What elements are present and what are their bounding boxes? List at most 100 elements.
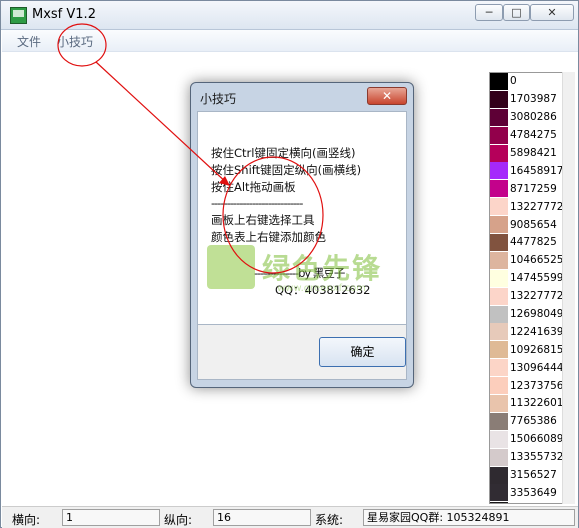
tip-separator: ----------------------------- [211,196,303,210]
menu-file[interactable]: 文件 [17,33,41,50]
palette-row[interactable]: 7765386 [490,412,562,431]
watermark-text: 绿色先锋 [262,252,383,285]
palette-row[interactable]: 13096444 [490,359,563,378]
color-value: 10466525 [510,254,563,267]
maximize-button[interactable]: □ [503,4,530,21]
color-value: 5898421 [510,147,557,159]
close-button[interactable]: ✕ [530,4,574,21]
color-swatch[interactable] [490,323,508,341]
color-swatch[interactable] [490,377,508,395]
color-swatch[interactable] [490,126,508,144]
tip-line-right-click-board: 画板上右键选择工具 [211,213,315,227]
color-swatch[interactable] [490,216,508,234]
palette-row[interactable]: 3353649 [490,484,562,503]
palette-row[interactable]: 15066089 [490,430,563,449]
palette-row[interactable]: 11322601 [490,394,563,413]
tip-line-ctrl: 按住Ctrl键固定横向(画竖线) [211,146,356,160]
color-value: 4784275 [510,129,557,142]
palette-row[interactable]: 8717259 [490,180,562,199]
ok-button[interactable]: 确定 [319,337,406,367]
palette-row[interactable]: 13227772 [490,198,562,217]
dialog-close-button[interactable]: ✕ [367,87,407,105]
watermark-url: www.greenxf.com [277,283,366,294]
color-swatch[interactable] [490,412,508,430]
color-swatch[interactable] [490,448,508,466]
palette-row[interactable]: 12241639 [490,323,563,342]
color-swatch[interactable] [490,341,508,359]
color-value: 3353649 [510,486,557,499]
dialog-footer: 确定 [197,325,407,380]
color-swatch[interactable] [490,484,508,502]
palette-row[interactable]: 4477825 [490,233,562,252]
color-swatch[interactable] [490,305,508,323]
color-value: 12241639 [510,325,563,338]
dialog-title: 小技巧 [200,92,237,106]
palette-row[interactable]: 12373756 [490,377,562,396]
tips-dialog: 小技巧 ✕ 按住Ctrl键固定横向(画竖线) 按住Shift键固定纵向(画横线)… [190,82,414,388]
color-swatch[interactable] [490,466,508,484]
color-value: 3080286 [510,111,557,124]
palette-row[interactable]: 3156527 [490,466,562,485]
color-swatch[interactable] [490,394,508,412]
palette-row[interactable]: 0 [490,73,562,91]
color-swatch[interactable] [490,430,508,448]
color-value: 8717259 [510,182,557,195]
color-swatch[interactable] [490,233,508,251]
color-swatch[interactable] [490,108,508,126]
color-value: 1703987 [510,93,557,106]
palette-row[interactable]: 16458917 [490,162,563,181]
palette-row[interactable]: 9085654 [490,216,562,235]
app-icon [10,7,27,24]
minimize-button[interactable]: ─ [475,4,503,21]
color-swatch[interactable] [490,251,508,269]
title-bar[interactable]: Mxsf V1.2 ─ □ ✕ [1,1,578,30]
color-swatch[interactable] [490,198,508,216]
tip-line-alt: 按住Alt拖动画板 [211,180,296,194]
color-value: 15066089 [510,433,563,446]
color-value: 9085654 [510,218,557,231]
color-swatch[interactable] [490,359,508,377]
color-swatch[interactable] [490,162,508,180]
color-value: 16458917 [510,164,563,177]
palette-row[interactable]: 5898421 [490,144,562,163]
color-value: 7765386 [510,415,557,428]
status-bar: 横向: 1 纵向: 16 系统: 星易家园QQ群: 105324891 [2,506,578,528]
menu-tips[interactable]: 小技巧 [57,33,93,50]
palette-row[interactable]: 3080286 [490,108,562,127]
color-value: 14745599 [510,272,563,285]
color-palette[interactable]: 0 1703987 3080286 4784275 5898421 16458917 871… [489,72,563,504]
color-value: 4477825 [510,236,557,249]
x-label: 横向: [12,513,41,527]
color-swatch[interactable] [490,144,508,162]
palette-row[interactable]: 1578777 [490,502,562,503]
color-value: 10926815 [510,343,563,356]
palette-row[interactable]: 1703987 [490,90,562,109]
color-value: 13355732 [510,451,563,464]
palette-row[interactable]: 4784275 [490,126,562,145]
color-value: 12698049 [510,308,563,321]
color-swatch[interactable] [490,73,508,90]
color-swatch[interactable] [490,287,508,305]
color-swatch[interactable] [490,502,508,503]
tip-line-shift: 按住Shift键固定纵向(画横线) [211,163,362,177]
palette-row[interactable]: 10466525 [490,251,563,270]
color-value: 0 [510,75,517,88]
color-value: 3156527 [510,469,557,482]
palette-row[interactable]: 14745599 [490,269,563,288]
system-label: 系统: [315,513,344,527]
palette-row[interactable]: 12698049 [490,305,563,324]
x-value: 1 [62,509,160,526]
palette-row[interactable]: 13227772 [490,287,562,306]
watermark: 绿色先锋 www.greenxf.com [207,245,427,295]
palette-scrollbar[interactable] [562,72,575,504]
tip-line-right-click-palette: 颜色表上右键添加颜色 [211,230,326,244]
color-swatch[interactable] [490,269,508,287]
color-value: 13096444 [510,361,563,374]
menu-bar: 文件 小技巧 [2,30,578,52]
color-swatch[interactable] [490,90,508,108]
palette-row[interactable]: 10926815 [490,341,563,360]
window-title: Mxsf V1.2 [32,7,96,22]
palette-row[interactable]: 13355732 [490,448,563,467]
color-value: 11322601 [510,397,563,410]
color-swatch[interactable] [490,180,508,198]
